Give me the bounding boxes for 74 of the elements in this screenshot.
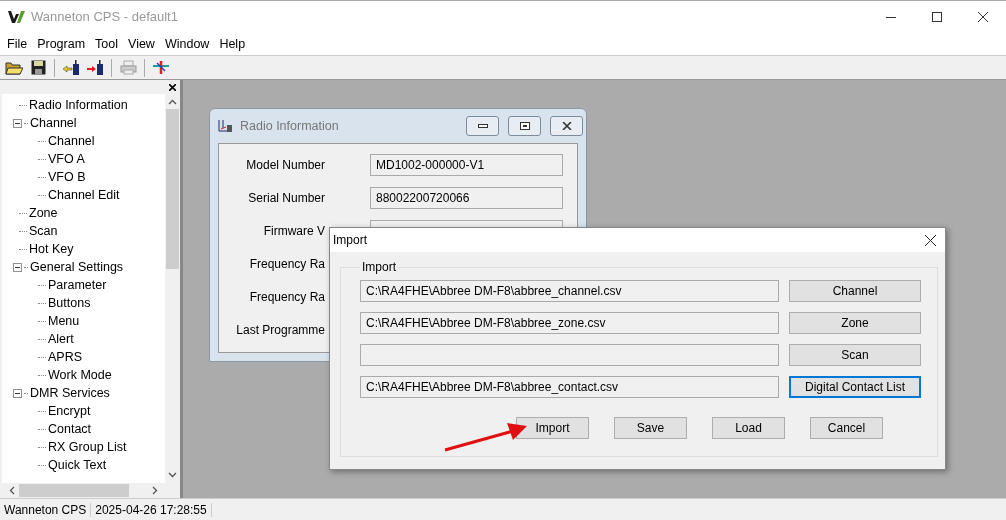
tree-item[interactable]: Buttons	[48, 296, 91, 310]
path-field[interactable]: C:\RA4FHE\Abbree DM-F8\abbree_contact.csv	[360, 376, 779, 398]
tree-item[interactable]: VFO B	[48, 170, 86, 184]
window-title: Radio Information	[240, 119, 340, 133]
info-field: 88002200720066	[370, 187, 563, 209]
path-field[interactable]: C:\RA4FHE\Abbree DM-F8\abbree_channel.csv	[360, 280, 779, 302]
top-level-command[interactable]: View	[123, 36, 160, 51]
dialog-button[interactable]: Load	[712, 417, 785, 439]
scroll-up-icon[interactable]	[168, 99, 177, 105]
maximize-icon[interactable]	[932, 11, 942, 22]
status-text: 2025-04-26 17:28:55	[91, 502, 212, 517]
top-level-command[interactable]: File	[2, 36, 33, 51]
status-text: Wanneton CPS	[0, 502, 92, 517]
field-label: Frequency Ra	[248, 257, 325, 271]
top-level-command[interactable]: Program	[32, 36, 91, 51]
tree-item[interactable]: Alert	[48, 332, 74, 346]
field-label: Firmware V	[262, 224, 325, 238]
tree-item[interactable]: Encrypt	[48, 404, 91, 418]
top-level-command[interactable]: Tool	[90, 36, 124, 51]
tree-item[interactable]: RX Group List	[48, 440, 127, 454]
write-radio-icon[interactable]	[85, 57, 105, 78]
top-level-command[interactable]: Window	[159, 36, 215, 51]
close-button[interactable]	[550, 116, 583, 136]
dialog-button[interactable]: Import	[516, 417, 589, 439]
tree-item[interactable]: Scan	[29, 224, 58, 238]
import-type-button[interactable]: Scan	[789, 344, 921, 366]
tree-item[interactable]: APRS	[48, 350, 83, 364]
read-radio-icon[interactable]	[61, 57, 81, 78]
close-icon[interactable]	[978, 11, 988, 22]
path-field[interactable]: C:\RA4FHE\Abbree DM-F8\abbree_zone.csv	[360, 312, 779, 334]
scroll-right-icon[interactable]	[152, 486, 158, 495]
top-level-command[interactable]: Help	[214, 36, 251, 51]
dialog-title: Import	[333, 233, 368, 247]
collapse-icon[interactable]	[13, 388, 22, 398]
scroll-left-icon[interactable]	[9, 486, 15, 495]
close-icon	[561, 122, 572, 130]
tree-item[interactable]: Quick Text	[48, 458, 107, 472]
tree-item[interactable]: Zone	[29, 206, 58, 220]
restore-button[interactable]	[508, 116, 541, 136]
field-label: Last Programme	[235, 323, 325, 337]
app-logo-icon	[8, 10, 25, 23]
collapse-icon[interactable]	[13, 262, 22, 272]
tree-item[interactable]: Radio Information	[29, 98, 128, 112]
dialog-button[interactable]: Cancel	[810, 417, 883, 439]
tree-item[interactable]: Contact	[48, 422, 92, 436]
import-type-button[interactable]: Zone	[789, 312, 921, 334]
tree-item[interactable]: Work Mode	[48, 368, 112, 382]
restore-icon	[519, 122, 530, 130]
tree-item[interactable]: General Settings	[30, 260, 124, 274]
minimize-icon	[477, 123, 488, 129]
field-label: Frequency Ra	[248, 290, 325, 304]
tree-item[interactable]: Parameter	[48, 278, 107, 292]
import-type-button[interactable]: Digital Contact List	[789, 376, 921, 398]
import-type-button[interactable]: Channel	[789, 280, 921, 302]
minimize-button[interactable]	[466, 116, 499, 136]
scroll-down-icon[interactable]	[168, 472, 177, 478]
tree-item[interactable]: Channel	[48, 134, 95, 148]
close-icon[interactable]	[169, 83, 176, 91]
tree-item[interactable]: Menu	[48, 314, 80, 328]
tree-item[interactable]: Channel Edit	[48, 188, 120, 202]
tree-item[interactable]: DMR Services	[30, 386, 110, 400]
close-icon[interactable]	[924, 234, 936, 246]
tree-item[interactable]: Hot Key	[29, 242, 74, 256]
field-label: Serial Number	[247, 191, 325, 205]
field-label: Model Number	[245, 158, 325, 172]
tree-item[interactable]: Channel	[30, 116, 77, 130]
radio-window-icon	[218, 119, 234, 133]
dialog-button[interactable]: Save	[614, 417, 687, 439]
path-field[interactable]	[360, 344, 779, 366]
collapse-icon[interactable]	[13, 118, 22, 128]
info-field: MD1002-000000-V1	[370, 154, 563, 176]
window-title: Wanneton CPS - default1	[31, 9, 179, 24]
tree-item[interactable]: VFO A	[48, 152, 85, 166]
group-label: Import	[361, 260, 397, 274]
